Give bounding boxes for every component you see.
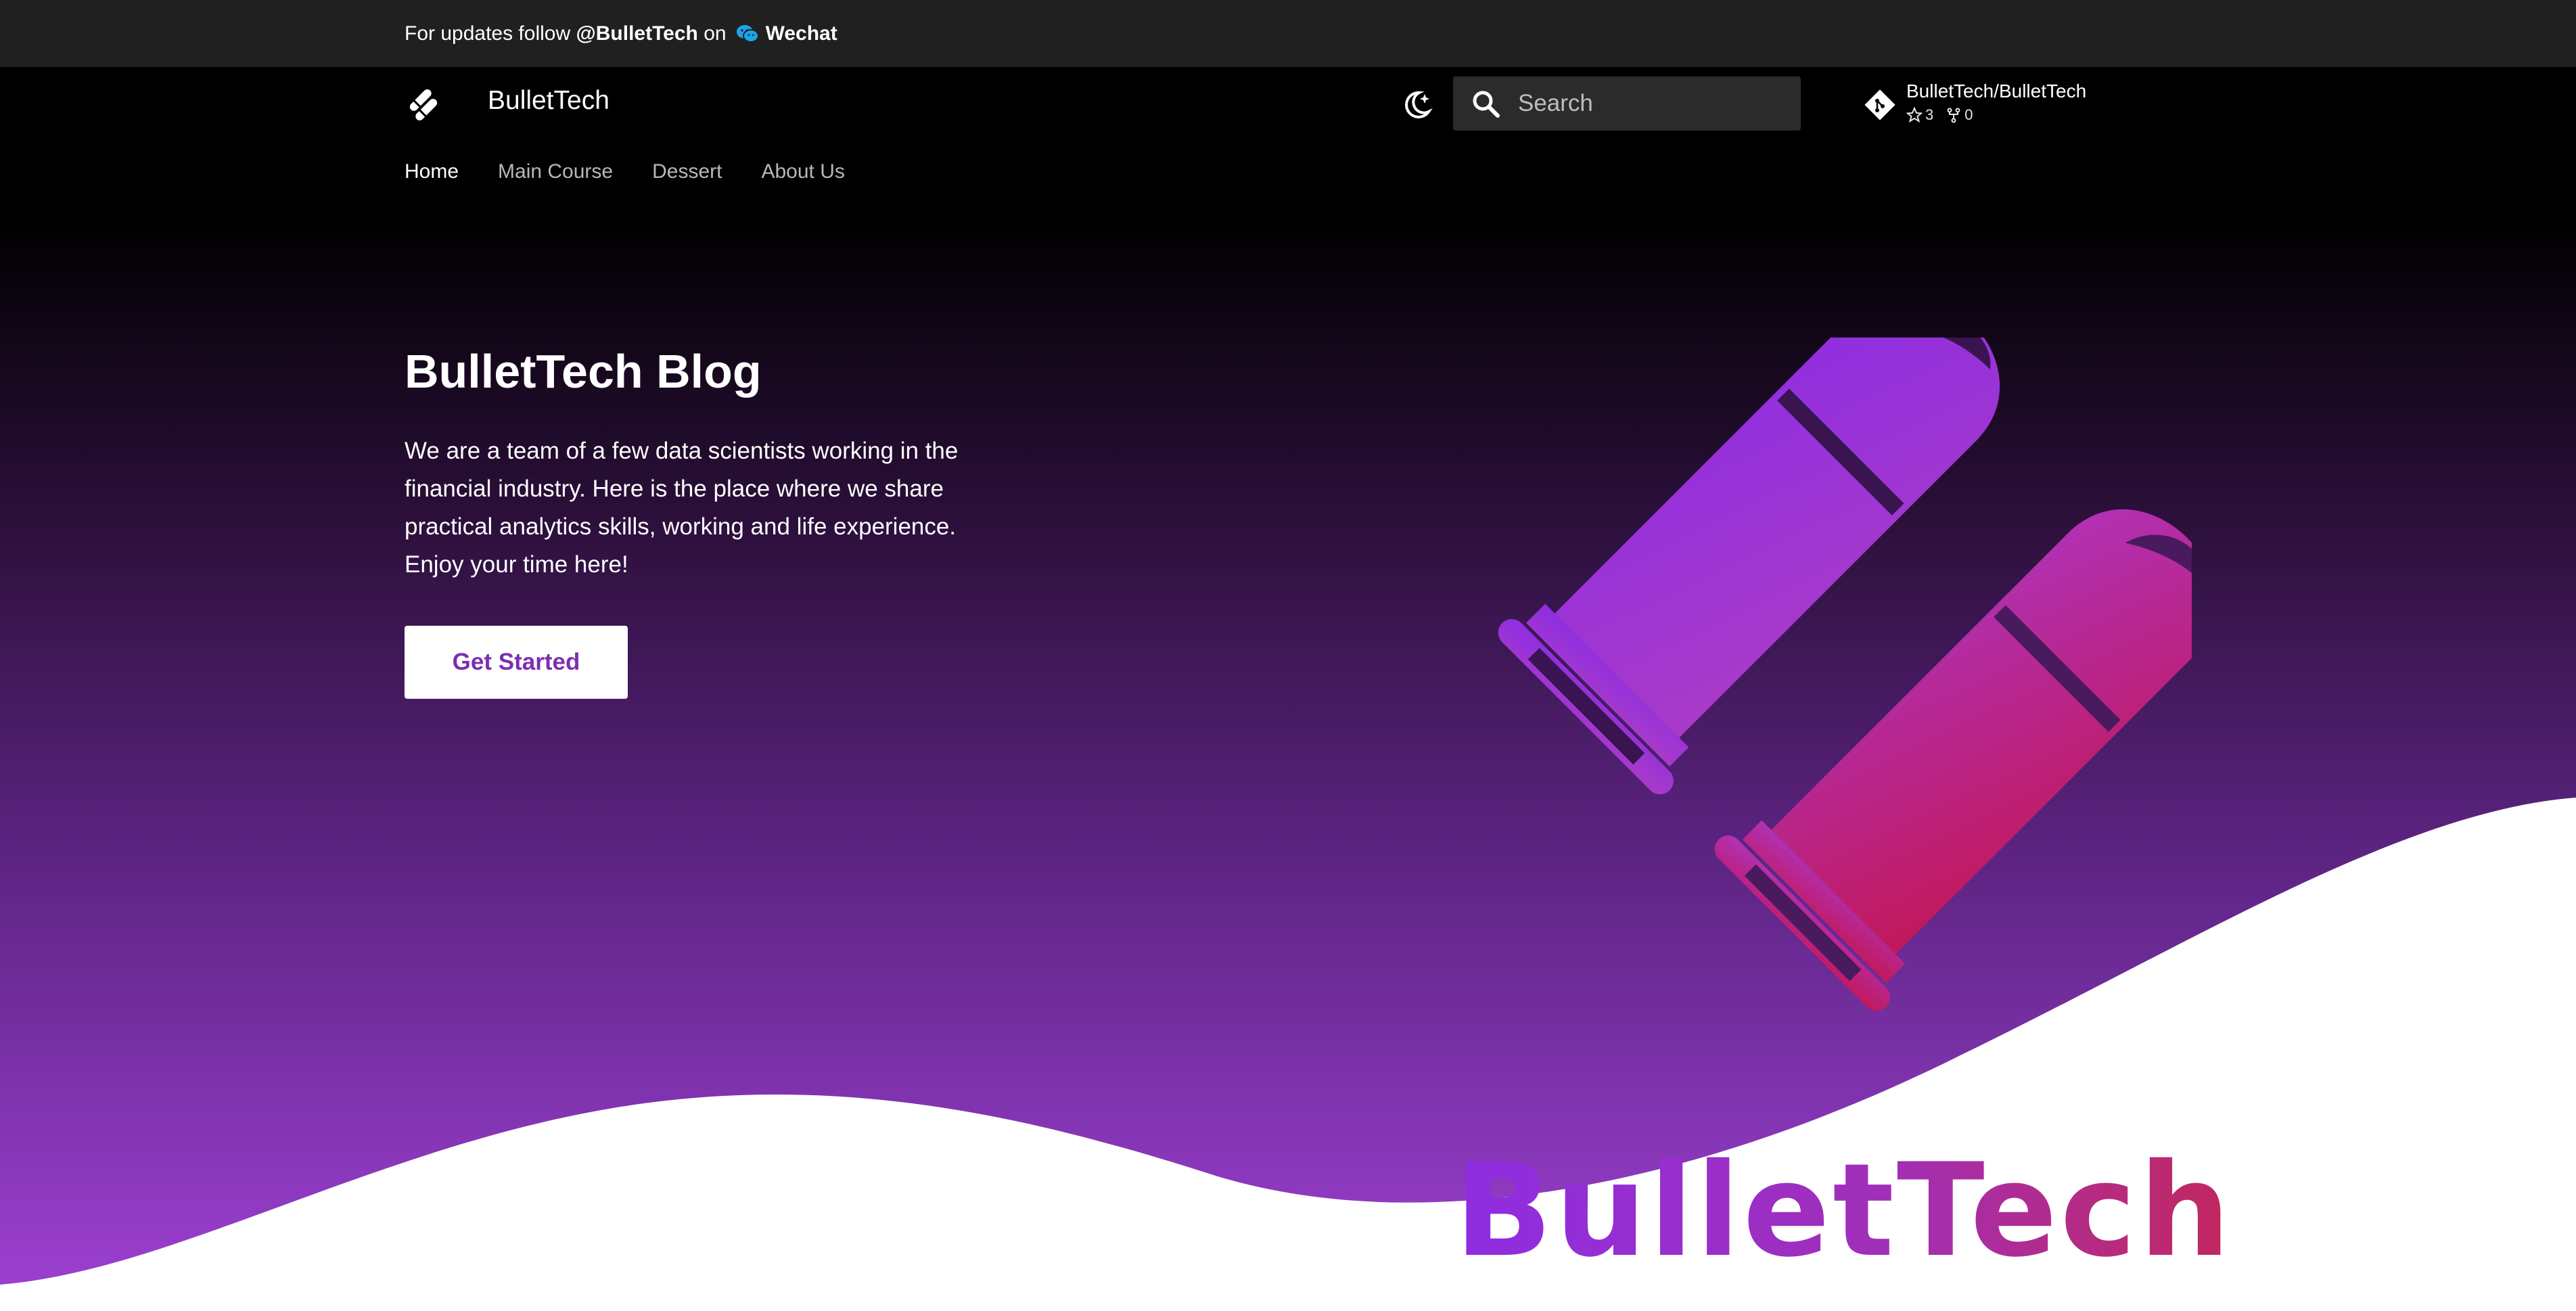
repository-stats: 3 0 (1906, 106, 1973, 124)
site-title[interactable]: BulletTech (488, 86, 610, 116)
bullets-illustration (1498, 338, 2192, 1011)
tab-main-course[interactable]: Main Course (498, 160, 613, 183)
bullet-logo-icon[interactable] (405, 86, 442, 124)
brand-wordmark: BulletTech (1454, 1136, 2234, 1285)
wechat-icon (736, 24, 759, 43)
tab-about-us[interactable]: About Us (761, 160, 844, 183)
fork-icon (1947, 108, 1960, 123)
hero-title: BulletTech Blog (405, 345, 762, 398)
announcement-content: For updates follow @BulletTech on Wechat (405, 0, 837, 67)
announcement-middle: on (704, 22, 727, 45)
announcement-prefix: For updates follow (405, 22, 571, 45)
announcement-handle-link[interactable]: @BulletTech (576, 22, 697, 45)
get-started-button[interactable]: Get Started (405, 626, 628, 699)
star-count: 3 (1925, 106, 1934, 123)
main-tabs: Home Main Course Dessert About Us (405, 160, 845, 183)
announcement-bar: For updates follow @BulletTech on Wechat (0, 0, 2576, 67)
star-icon (1906, 107, 1923, 123)
repository-link[interactable]: BulletTech/BulletTech 3 0 (1862, 80, 2133, 135)
moon-icon[interactable] (1399, 87, 1434, 122)
tab-home[interactable]: Home (405, 160, 459, 183)
repository-name: BulletTech/BulletTech (1906, 80, 2087, 101)
search-input[interactable] (1517, 89, 1790, 118)
fork-count: 0 (1964, 106, 1973, 123)
hero-description: We are a team of a few data scientists w… (405, 438, 959, 578)
git-icon (1864, 89, 1895, 120)
tab-dessert[interactable]: Dessert (652, 160, 722, 183)
hero-section: BulletTech BulletTech/BulletTech (0, 67, 2576, 1311)
site-header: BulletTech BulletTech/BulletTech (405, 67, 2177, 139)
announcement-channel-link[interactable]: Wechat (766, 22, 837, 45)
search-box[interactable] (1453, 76, 1801, 131)
search-icon (1473, 91, 1500, 118)
